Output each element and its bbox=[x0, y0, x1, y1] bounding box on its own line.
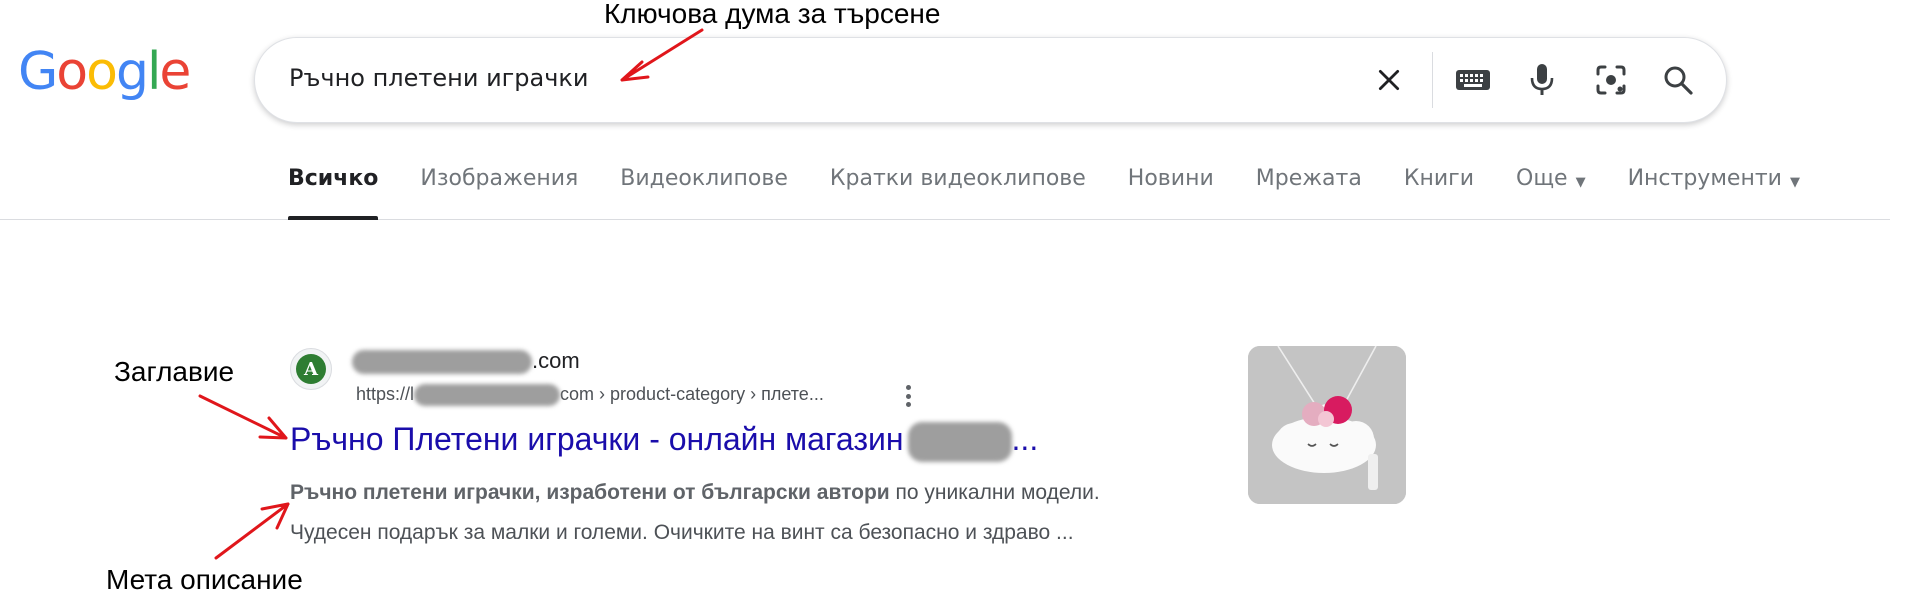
search-icon[interactable] bbox=[1658, 60, 1698, 100]
result-thumbnail[interactable] bbox=[1248, 346, 1406, 504]
site-favicon[interactable]: A bbox=[290, 348, 332, 390]
tab-news[interactable]: Новини bbox=[1128, 166, 1214, 220]
search-divider bbox=[1432, 52, 1433, 108]
redacted-site-name bbox=[352, 350, 532, 375]
result-title-link[interactable]: Ръчно Плетени играчки - онлайн магазин..… bbox=[290, 421, 1038, 462]
search-tabs: Всичко Изображения Видеоклипове Кратки в… bbox=[288, 166, 1842, 220]
result-url[interactable]: https://l com › product-category › плете.… bbox=[356, 384, 824, 407]
microphone-icon[interactable] bbox=[1522, 60, 1562, 100]
snippet-line-2: Чудесен подарък за малки и големи. Очичк… bbox=[290, 521, 1074, 544]
search-result: A .com https://l com › product-category ›… bbox=[260, 318, 1406, 550]
redacted-title bbox=[907, 421, 1012, 462]
close-icon[interactable] bbox=[1369, 60, 1409, 100]
tab-videos[interactable]: Видеоклипове bbox=[620, 166, 788, 220]
keyboard-icon[interactable] bbox=[1453, 60, 1493, 100]
tab-short-videos[interactable]: Кратки видеоклипове bbox=[830, 166, 1086, 220]
tab-tools[interactable]: Инструменти ▼ bbox=[1628, 166, 1800, 220]
search-input[interactable]: Ръчно плетени играчки bbox=[289, 64, 589, 92]
site-logo-icon: A bbox=[296, 354, 326, 384]
lens-icon[interactable] bbox=[1591, 60, 1631, 100]
result-snippet: Ръчно плетени играчки, изработени от бъл… bbox=[290, 481, 1100, 544]
toy-image bbox=[1248, 346, 1406, 504]
tab-web[interactable]: Мрежата bbox=[1256, 166, 1362, 220]
caret-down-icon: ▼ bbox=[1789, 175, 1800, 190]
site-name[interactable]: .com bbox=[352, 348, 580, 375]
tab-more[interactable]: Още ▼ bbox=[1516, 166, 1586, 220]
tab-books[interactable]: Книги bbox=[1404, 166, 1474, 220]
annotation-keyword-label: Ключова дума за търсене bbox=[604, 0, 941, 29]
snippet-highlight: Ръчно плетени играчки, изработени от бъл… bbox=[290, 481, 890, 504]
tab-all[interactable]: Всичко bbox=[288, 166, 379, 220]
redacted-url bbox=[414, 384, 561, 407]
annotation-meta-label: Мета описание bbox=[106, 564, 303, 594]
annotation-title-label: Заглавие bbox=[114, 356, 235, 387]
tab-images[interactable]: Изображения bbox=[420, 166, 578, 220]
search-box[interactable]: Ръчно плетени играчки bbox=[254, 37, 1727, 123]
caret-down-icon: ▼ bbox=[1575, 175, 1586, 190]
more-options-icon[interactable] bbox=[900, 382, 916, 410]
google-logo[interactable]: Google bbox=[18, 46, 191, 98]
